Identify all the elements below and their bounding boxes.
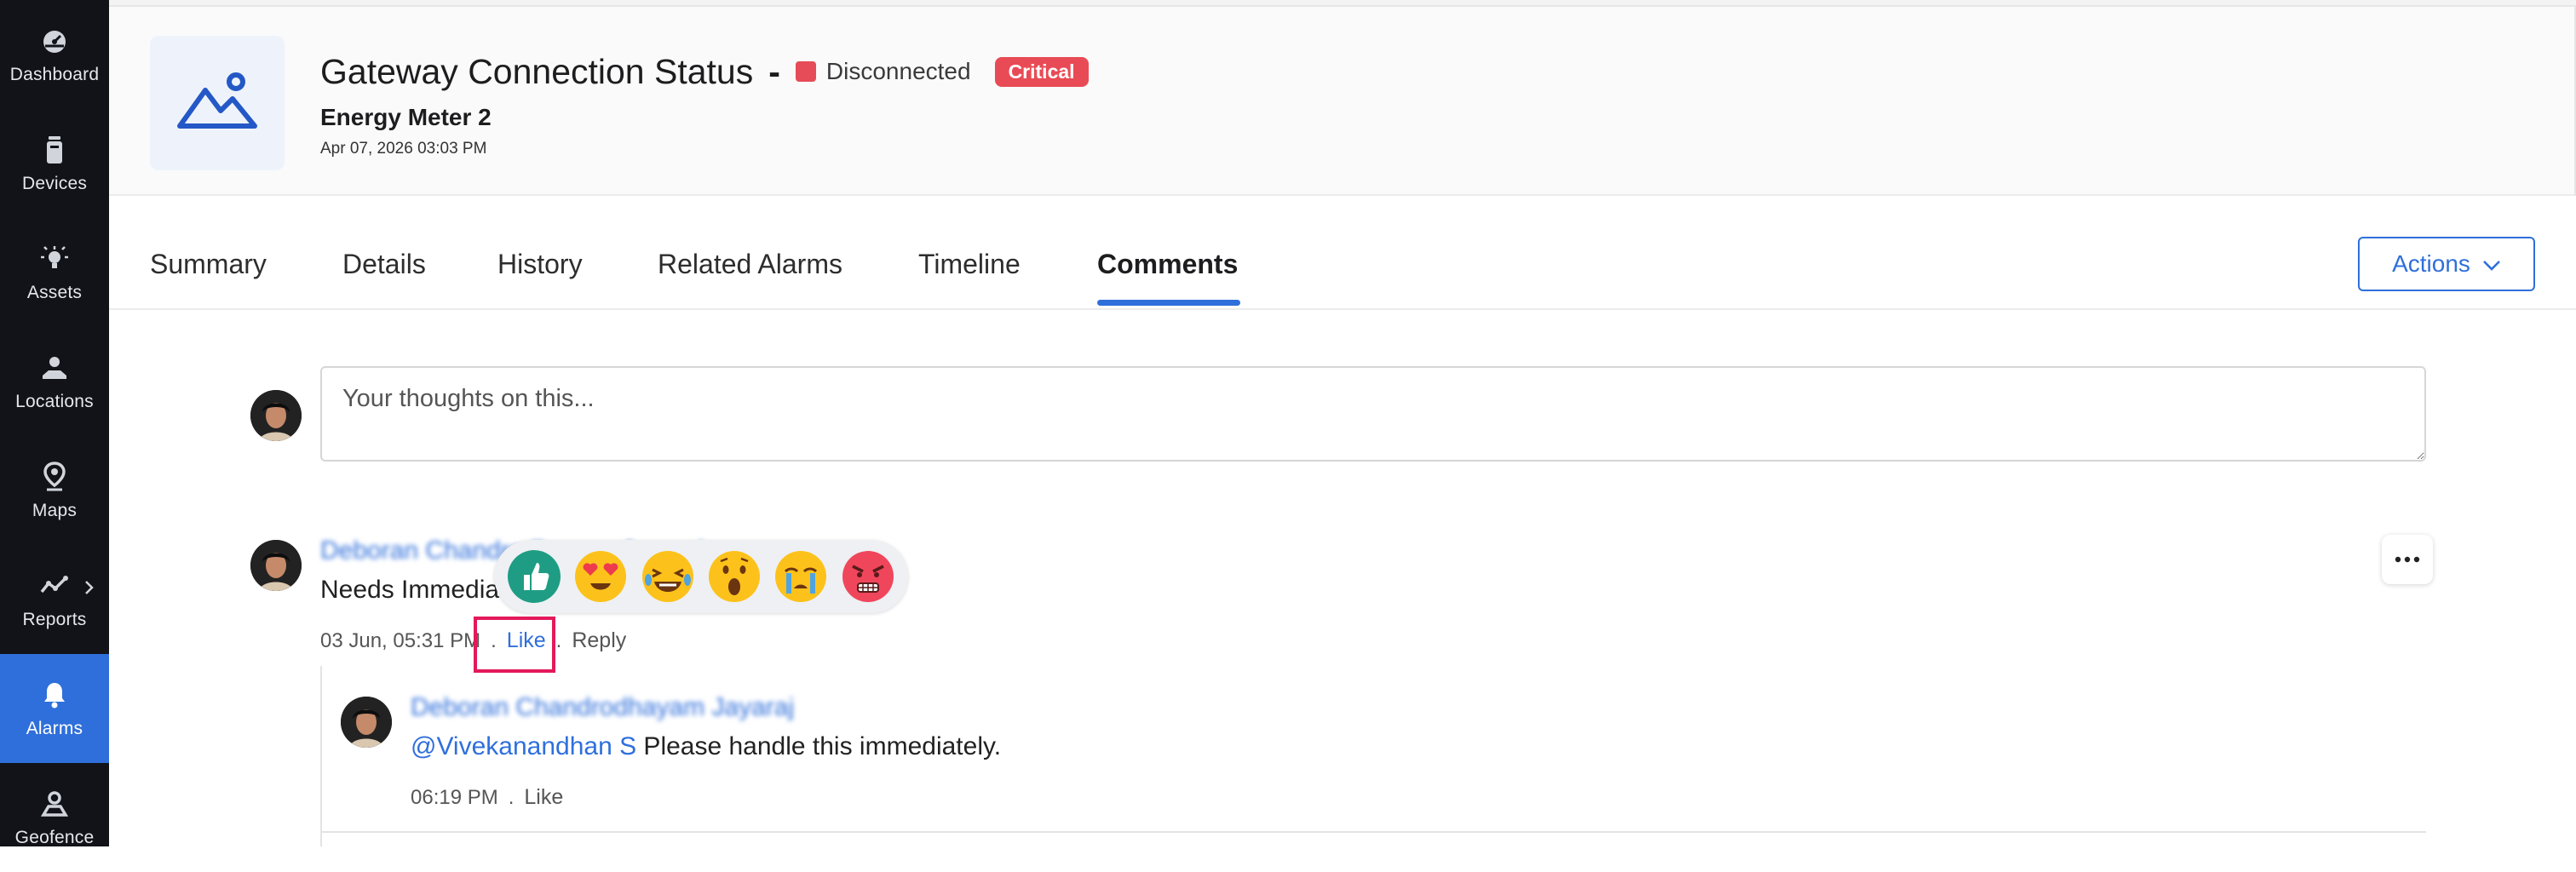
status-indicator [795, 61, 816, 82]
comment-input[interactable] [320, 366, 2426, 462]
tab-timeline[interactable]: Timeline [918, 249, 1021, 280]
tab-related-alarms[interactable]: Related Alarms [658, 249, 842, 280]
sidebar-item-geofence[interactable]: Geofence [0, 763, 109, 872]
reply-divider [322, 831, 2426, 833]
chevron-right-icon[interactable] [83, 579, 95, 600]
page-title: Gateway Connection Status [320, 51, 754, 91]
alarm-thumbnail [150, 36, 285, 170]
sidebar-item-label: Locations [15, 392, 94, 411]
reaction-picker [494, 540, 908, 613]
user-mention[interactable]: @Vivekanandhan S [411, 732, 636, 760]
angry-reaction-icon[interactable] [841, 549, 895, 604]
comment-time: 03 Jun, 05:31 PM [320, 628, 481, 652]
sidebar-item-dashboard[interactable]: Dashboard [0, 0, 109, 109]
reply-meta: 06:19 PM . Like [411, 785, 563, 810]
title-row: Gateway Connection Status - Disconnected… [320, 51, 1089, 92]
thumbs-up-reaction-icon[interactable] [507, 549, 561, 604]
connection-status: Disconnected [825, 58, 971, 84]
geofence-icon [37, 787, 72, 821]
sidebar-item-label: Geofence [14, 828, 95, 847]
meta-separator: . [508, 785, 515, 809]
image-placeholder-icon [176, 72, 258, 135]
device-icon [37, 133, 72, 167]
sidebar-item-label: Assets [26, 283, 83, 302]
comment-more-button[interactable] [2382, 535, 2433, 584]
reply-message: Please handle this immediately. [636, 732, 1002, 760]
sidebar-item-maps[interactable]: Maps [0, 436, 109, 545]
reply-text: @Vivekanandhan S Please handle this imme… [411, 732, 1001, 761]
sidebar-item-devices[interactable]: Devices [0, 109, 109, 218]
sidebar-item-reports[interactable]: Reports [0, 545, 109, 654]
reply-button[interactable]: Reply [572, 628, 626, 653]
dashboard-icon [37, 24, 72, 58]
map-pin-icon [37, 460, 72, 494]
heart-eyes-reaction-icon[interactable] [573, 549, 628, 604]
tab-comments[interactable]: Comments [1097, 249, 1238, 280]
reply-like-button[interactable]: Like [524, 785, 563, 810]
active-tab-indicator [1097, 300, 1240, 306]
alarm-header: Gateway Connection Status - Disconnected… [109, 7, 2576, 196]
reply-author[interactable]: Deboran Chandrodhayam Jayaraj [411, 693, 794, 722]
like-highlight-box [474, 617, 555, 673]
bell-icon [37, 678, 72, 712]
sidebar-item-locations[interactable]: Locations [0, 327, 109, 436]
laughing-reaction-icon[interactable] [641, 549, 695, 604]
more-horizontal-icon [2395, 552, 2420, 567]
actions-label: Actions [2392, 250, 2470, 277]
sidebar-item-alarms[interactable]: Alarms [0, 654, 109, 763]
comment-author-avatar [250, 540, 302, 591]
sidebar-item-assets[interactable]: Assets [0, 218, 109, 327]
comment-text: Needs Immedia [320, 576, 500, 604]
title-separator: - [768, 51, 780, 91]
sidebar-item-label: Dashboard [9, 65, 100, 84]
alarm-timestamp: Apr 07, 2026 03:03 PM [320, 140, 487, 158]
sidebar-item-label: Reports [22, 610, 87, 629]
location-icon [37, 351, 72, 385]
crying-reaction-icon[interactable] [773, 549, 828, 604]
tab-bar: Summary Details History Related Alarms T… [109, 196, 2576, 310]
device-name: Energy Meter 2 [320, 104, 492, 130]
current-user-avatar [250, 390, 302, 441]
reply-author-avatar [341, 697, 392, 748]
reply-time: 06:19 PM [411, 785, 498, 809]
tab-history[interactable]: History [497, 249, 583, 280]
sidebar-item-label: Maps [32, 501, 78, 520]
tab-details[interactable]: Details [342, 249, 426, 280]
actions-button[interactable]: Actions [2358, 237, 2535, 291]
tab-summary[interactable]: Summary [150, 249, 267, 280]
sidebar-item-label: Alarms [26, 719, 83, 738]
chevron-down-icon [2482, 250, 2501, 278]
surprised-reaction-icon[interactable] [707, 549, 762, 604]
bulb-icon [37, 242, 72, 276]
meta-separator: . [555, 628, 562, 652]
severity-badge: Critical [994, 56, 1089, 87]
sidebar: Dashboard Devices Assets Locations Maps … [0, 0, 109, 847]
top-border [109, 0, 2576, 7]
sidebar-item-label: Devices [21, 174, 88, 193]
chart-line-icon [37, 569, 72, 603]
